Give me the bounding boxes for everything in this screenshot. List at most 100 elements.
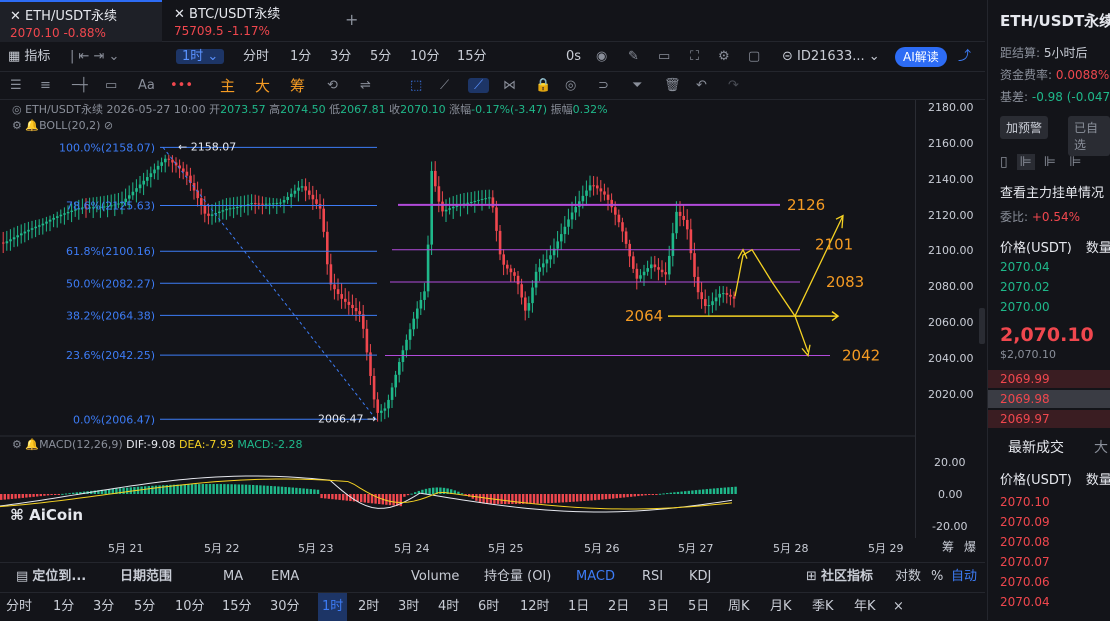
tf-fenshi[interactable]: 分时 xyxy=(243,42,269,72)
share-icon[interactable]: ⤴ xyxy=(958,42,971,72)
candle-body xyxy=(527,303,531,311)
timeframe-option[interactable]: × xyxy=(893,593,904,621)
timeframe-option[interactable]: 3时 xyxy=(398,593,419,621)
timeframe-option[interactable]: 6时 xyxy=(478,593,499,621)
indicator-volume[interactable]: Volume xyxy=(411,563,459,591)
ai-analysis-button[interactable]: AI解读 xyxy=(895,47,947,67)
liquidation-toggle[interactable]: 爆 xyxy=(964,538,976,555)
indicator-ma[interactable]: MA xyxy=(223,563,243,591)
orderbook-link[interactable]: 查看主力挂单情况 xyxy=(1000,182,1104,201)
indicator-rsi[interactable]: RSI xyxy=(642,563,663,591)
magnet-icon[interactable]: ⊃ xyxy=(598,72,609,100)
hline-icon[interactable]: ─┼ xyxy=(72,72,88,100)
timeframe-option[interactable]: 季K xyxy=(812,593,834,621)
ask-row[interactable]: 2069.99 xyxy=(1000,372,1050,386)
ruler-icon[interactable]: ⟋ xyxy=(440,72,449,100)
filter-icon[interactable]: ⏷ xyxy=(632,72,642,100)
big-trades-tab[interactable]: 大 xyxy=(1094,440,1108,456)
timeframe-option[interactable]: 分时 xyxy=(6,593,32,621)
timeframe-option[interactable]: 1日 xyxy=(568,593,589,621)
indicator-ema[interactable]: EMA xyxy=(271,563,299,591)
indicator-oi[interactable]: 持仓量 (OI) xyxy=(484,563,551,591)
timeframe-option[interactable]: 1分 xyxy=(53,593,74,621)
tf-10m[interactable]: 10分 xyxy=(410,42,440,72)
bid-row[interactable]: 2070.00 xyxy=(1000,300,1050,314)
replay-icon[interactable]: ⟲ xyxy=(327,72,338,100)
pattern-icon[interactable]: ⋈ xyxy=(503,72,516,100)
camera-icon[interactable]: ◉ xyxy=(596,42,607,72)
date-range-button[interactable]: 日期范围 xyxy=(120,563,172,591)
window-icon[interactable]: ▢ xyxy=(748,42,760,72)
fibonacci-levels: 100.0%(2158.07) 78.6%(2125.63) 61.8%(2100.… xyxy=(59,140,377,426)
timeframe-select[interactable]: 1时 ⌄ xyxy=(176,49,225,64)
tab-eth[interactable]: ✕ ETH/USDT永续 2070.10 -0.88% xyxy=(0,0,162,42)
timeframe-option[interactable]: 10分 xyxy=(175,593,205,621)
text-icon[interactable]: Aa xyxy=(138,72,155,100)
add-tab-button[interactable]: + xyxy=(345,10,358,29)
more-icon[interactable]: ••• xyxy=(170,72,193,100)
timeframe-option[interactable]: 3日 xyxy=(648,593,669,621)
lock-icon[interactable]: 🔒 xyxy=(535,72,551,100)
fullscreen-icon[interactable]: ⛶ xyxy=(690,42,699,72)
timeframe-option[interactable]: 年K xyxy=(854,593,876,621)
gear-icon-macd[interactable]: ⚙ xyxy=(12,438,25,451)
timeframe-option[interactable]: 周K xyxy=(728,593,750,621)
layout-icon[interactable]: ▭ xyxy=(658,42,670,72)
indicator-macd[interactable]: MACD xyxy=(576,563,615,591)
auto-toggle[interactable]: 自动 xyxy=(951,563,977,591)
tf-15m[interactable]: 15分 xyxy=(457,42,487,72)
bid-row[interactable]: 2070.04 xyxy=(1000,260,1050,274)
menu-icon[interactable]: ☰ xyxy=(10,72,22,100)
timeframe-option[interactable]: 月K xyxy=(770,593,792,621)
bid-row[interactable]: 2070.02 xyxy=(1000,280,1050,294)
timeframe-option[interactable]: 5日 xyxy=(688,593,709,621)
nav-arrows[interactable]: | ⇤ ⇥ ⌄ xyxy=(70,42,119,72)
ask-row[interactable]: 2069.97 xyxy=(1000,412,1050,426)
timeframe-option[interactable]: 2日 xyxy=(608,593,629,621)
panel-resize-handle[interactable] xyxy=(979,308,985,344)
timeframe-option[interactable]: 5分 xyxy=(134,593,155,621)
trendline-icon[interactable]: ⟋ xyxy=(468,78,490,93)
bell-icon-macd[interactable]: 🔔 xyxy=(25,438,39,451)
macd-bar xyxy=(266,485,269,494)
orderbook-view-icons[interactable]: ▯ ⊫ ⊫ ⊫ xyxy=(1000,154,1081,170)
indicator-kdj[interactable]: KDJ xyxy=(689,563,711,591)
big-order-button[interactable]: 大 xyxy=(255,72,270,100)
price-chart[interactable]: 100.0%(2158.07) 78.6%(2125.63) 61.8%(2100.… xyxy=(0,100,985,538)
redo-icon[interactable]: ↷ xyxy=(728,72,739,100)
eye-icon[interactable]: ◎ xyxy=(565,72,576,100)
community-button[interactable]: ⊞ 社区指标 xyxy=(806,563,873,591)
list-icon[interactable]: ≡ xyxy=(40,72,51,100)
rect-icon[interactable]: ▭ xyxy=(105,72,117,100)
timeframe-option[interactable]: 12时 xyxy=(520,593,550,621)
indicator-button[interactable]: ▦ 指标 xyxy=(8,42,50,72)
tab-btc[interactable]: ✕ BTC/USDT永续 75709.5 -1.17% xyxy=(164,0,324,42)
main-force-button[interactable]: 主 xyxy=(220,72,235,100)
ask-row[interactable]: 2069.98 xyxy=(1000,392,1050,406)
account-select[interactable]: ⊝ ID21633... ⌄ xyxy=(782,42,880,72)
log-toggle[interactable]: 对数 xyxy=(895,563,921,591)
timeframe-option[interactable]: 15分 xyxy=(222,593,252,621)
timeframe-option[interactable]: 1时 xyxy=(318,593,348,621)
settings-icon[interactable]: ⚙ xyxy=(718,42,730,72)
locate-button[interactable]: ▤ 定位到... xyxy=(16,563,86,591)
tf-5m[interactable]: 5分 xyxy=(370,42,391,72)
refresh-interval[interactable]: 0s xyxy=(566,42,581,72)
cursor-icon[interactable]: ⬚ xyxy=(410,72,422,100)
chip-button[interactable]: 筹 xyxy=(290,72,305,100)
undo-icon[interactable]: ↶ xyxy=(696,72,707,100)
add-alert-button[interactable]: 加预警 xyxy=(1000,116,1049,139)
timeframe-option[interactable]: 2时 xyxy=(358,593,379,621)
timeframe-option[interactable]: 3分 xyxy=(93,593,114,621)
timeframe-option[interactable]: 30分 xyxy=(270,593,300,621)
pen-icon[interactable]: ✎ xyxy=(628,42,639,72)
trades-tab[interactable]: 最新成交 xyxy=(1008,440,1064,456)
trash-icon[interactable]: 🗑 xyxy=(664,72,681,100)
compare-icon[interactable]: ⇌ xyxy=(360,72,371,100)
tf-1m[interactable]: 1分 xyxy=(290,42,311,72)
percent-toggle[interactable]: % xyxy=(931,563,943,591)
chip-toggle[interactable]: 筹 xyxy=(942,538,954,555)
watchlist-button[interactable]: 已自选 xyxy=(1068,116,1110,156)
timeframe-option[interactable]: 4时 xyxy=(438,593,459,621)
tf-3m[interactable]: 3分 xyxy=(330,42,351,72)
